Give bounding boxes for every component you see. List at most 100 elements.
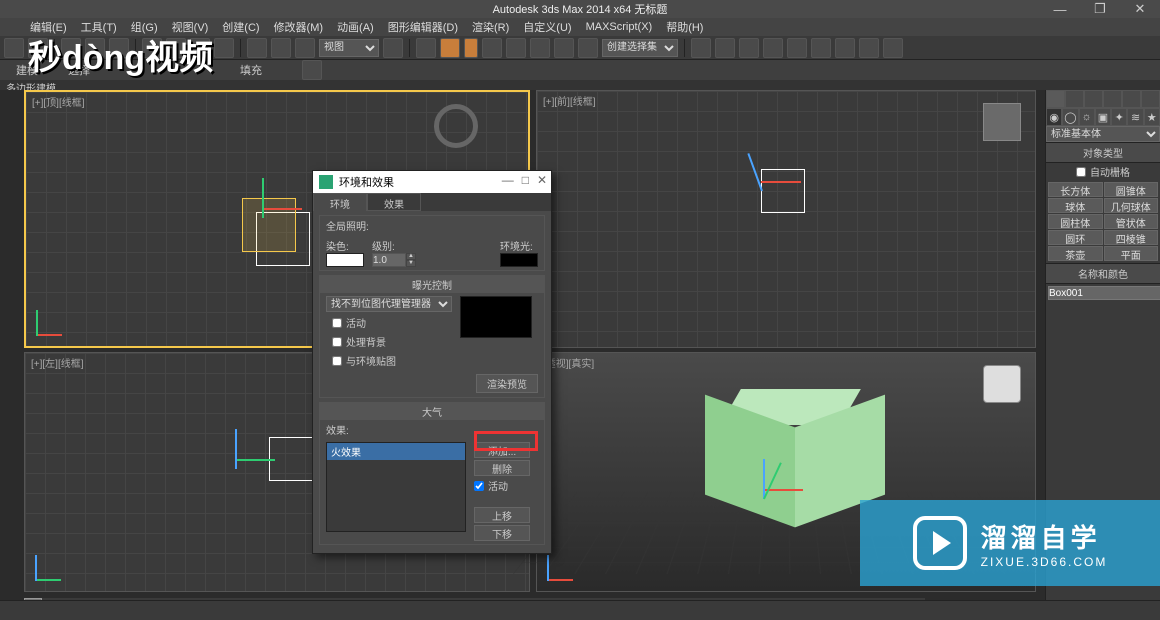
- render-preview-button[interactable]: 渲染预览: [476, 374, 538, 393]
- quick-render-button[interactable]: [787, 38, 807, 58]
- level-input[interactable]: [372, 253, 406, 267]
- close-button[interactable]: ✕: [1120, 0, 1160, 18]
- btn-tube[interactable]: 管状体: [1104, 214, 1159, 229]
- material-editor-button[interactable]: [691, 38, 711, 58]
- cat-shapes-icon[interactable]: ◯: [1062, 108, 1078, 126]
- select-button[interactable]: [142, 38, 162, 58]
- menu-create[interactable]: 创建(C): [222, 19, 259, 35]
- layer-button[interactable]: [554, 38, 574, 58]
- gizmo-front[interactable]: [761, 151, 821, 211]
- ambient-swatch[interactable]: [500, 253, 538, 267]
- tint-swatch[interactable]: [326, 253, 364, 267]
- ab-button[interactable]: [859, 38, 879, 58]
- atmos-head[interactable]: 大气: [320, 403, 544, 420]
- add-effect-button[interactable]: 添加...: [474, 442, 530, 458]
- angle-snap-toggle[interactable]: [440, 38, 460, 58]
- cat-cameras-icon[interactable]: ▣: [1095, 108, 1111, 126]
- exposure-bg-check[interactable]: 处理背景: [326, 333, 452, 350]
- scale-button[interactable]: [295, 38, 315, 58]
- menu-grapheditors[interactable]: 图形编辑器(D): [388, 19, 458, 35]
- menu-animation[interactable]: 动画(A): [337, 19, 374, 35]
- select-region-button[interactable]: [190, 38, 210, 58]
- effects-list-item-fire[interactable]: 火效果: [327, 443, 465, 460]
- exposure-dropdown[interactable]: 找不到位图代理管理器: [326, 296, 452, 312]
- level-spinner[interactable]: ▲▼: [372, 253, 416, 267]
- render-prod-button[interactable]: [811, 38, 831, 58]
- menu-customize[interactable]: 自定义(U): [523, 19, 571, 35]
- ribbon-extra-icon[interactable]: [302, 60, 322, 80]
- effect-active-check[interactable]: 活动: [474, 478, 530, 493]
- btn-sphere[interactable]: 球体: [1048, 198, 1103, 213]
- effects-listbox[interactable]: 火效果: [326, 442, 466, 532]
- menu-modifiers[interactable]: 修改器(M): [274, 19, 324, 35]
- environment-effects-dialog[interactable]: 环境和效果 — □ ✕ 环境 效果 全局照明: 染色: 级别: ▲▼: [312, 170, 552, 554]
- curve-editor-button[interactable]: [578, 38, 598, 58]
- btn-geosphere[interactable]: 几何球体: [1104, 198, 1159, 213]
- cat-helpers-icon[interactable]: ✦: [1111, 108, 1127, 126]
- select-name-button[interactable]: [166, 38, 186, 58]
- render-iter-button[interactable]: [835, 38, 855, 58]
- tab-utilities[interactable]: [1141, 90, 1160, 108]
- ribbon-selection[interactable]: 选择: [68, 62, 90, 78]
- undo-button[interactable]: [4, 38, 24, 58]
- create-type-dropdown[interactable]: 标准基本体: [1046, 126, 1160, 142]
- menu-maxscript[interactable]: MAXScript(X): [586, 21, 653, 33]
- tab-hierarchy[interactable]: [1084, 90, 1103, 108]
- menu-group[interactable]: 组(G): [131, 19, 158, 35]
- teapot-render-button[interactable]: [883, 38, 903, 58]
- named-selection-sets[interactable]: 创建选择集: [602, 39, 678, 57]
- rollout-name-color[interactable]: 名称和颜色: [1046, 263, 1160, 284]
- percent-snap-toggle[interactable]: [464, 38, 478, 58]
- btn-cone[interactable]: 圆锥体: [1104, 182, 1159, 197]
- move-up-button[interactable]: 上移: [474, 507, 530, 523]
- menu-tools[interactable]: 工具(T): [81, 19, 117, 35]
- menu-rendering[interactable]: 渲染(R): [472, 19, 509, 35]
- render-button[interactable]: [763, 38, 783, 58]
- btn-torus[interactable]: 圆环: [1048, 230, 1103, 245]
- menu-help[interactable]: 帮助(H): [666, 19, 703, 35]
- link-button[interactable]: [61, 38, 81, 58]
- btn-plane[interactable]: 平面: [1104, 246, 1159, 261]
- btn-pyramid[interactable]: 四棱锥: [1104, 230, 1159, 245]
- tab-effects[interactable]: 效果: [367, 193, 421, 211]
- menu-edit[interactable]: 编辑(E): [30, 19, 67, 35]
- exposure-env-check[interactable]: 与环境贴图: [326, 352, 452, 369]
- btn-teapot[interactable]: 茶壶: [1048, 246, 1103, 261]
- redo-button[interactable]: [28, 38, 48, 58]
- pivot-button[interactable]: [383, 38, 403, 58]
- viewcube-persp[interactable]: [983, 365, 1021, 403]
- gizmo-persp[interactable]: [763, 459, 823, 519]
- render-setup-button[interactable]: [715, 38, 735, 58]
- tab-create[interactable]: [1046, 90, 1065, 108]
- unlink-button[interactable]: [85, 38, 105, 58]
- btn-box[interactable]: 长方体: [1048, 182, 1103, 197]
- navwheel-top[interactable]: [434, 104, 478, 148]
- align-button[interactable]: [530, 38, 550, 58]
- dialog-close[interactable]: ✕: [537, 173, 547, 187]
- snap-toggle[interactable]: [416, 38, 436, 58]
- rotate-button[interactable]: [271, 38, 291, 58]
- viewport-front[interactable]: [+][前][线框]: [536, 90, 1036, 348]
- move-down-button[interactable]: 下移: [474, 525, 530, 541]
- viewcube-front[interactable]: [983, 103, 1021, 141]
- ribbon-fill[interactable]: 填充: [240, 62, 262, 78]
- tab-motion[interactable]: [1103, 90, 1122, 108]
- tab-modify[interactable]: [1065, 90, 1084, 108]
- select-filter-button[interactable]: [214, 38, 234, 58]
- restore-button[interactable]: ❐: [1080, 0, 1120, 18]
- menu-view[interactable]: 视图(V): [172, 19, 209, 35]
- mirror-button[interactable]: [506, 38, 526, 58]
- ribbon-modeling[interactable]: 建模: [16, 62, 38, 78]
- cat-geometry-icon[interactable]: ◉: [1046, 108, 1062, 126]
- object-name-input[interactable]: [1048, 286, 1160, 300]
- exposure-head[interactable]: 曝光控制: [320, 276, 544, 293]
- dialog-maximize[interactable]: □: [522, 173, 529, 187]
- move-button[interactable]: [247, 38, 267, 58]
- dialog-minimize[interactable]: —: [502, 173, 514, 187]
- autogrid-check[interactable]: 自动栅格: [1046, 163, 1160, 180]
- cat-spacewarps-icon[interactable]: ≋: [1127, 108, 1143, 126]
- btn-cylinder[interactable]: 圆柱体: [1048, 214, 1103, 229]
- tab-environment[interactable]: 环境: [313, 193, 367, 211]
- dialog-titlebar[interactable]: 环境和效果 — □ ✕: [313, 171, 551, 193]
- cat-systems-icon[interactable]: ★: [1144, 108, 1160, 126]
